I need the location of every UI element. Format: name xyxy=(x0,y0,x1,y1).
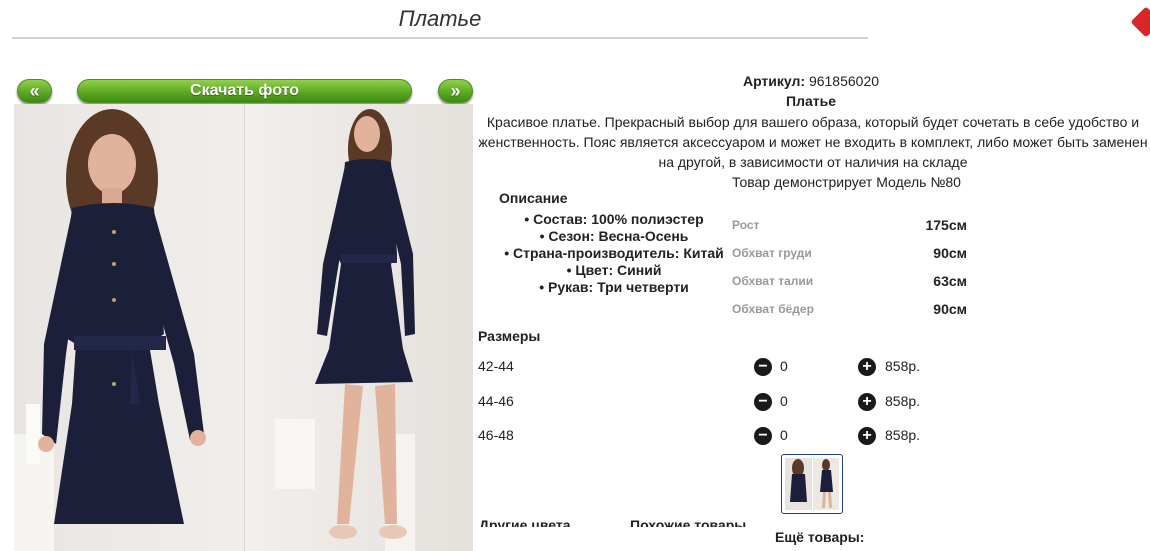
measurement-label: Обхват бёдер xyxy=(732,302,814,316)
property-item: • Состав: 100% полиэстер xyxy=(524,211,704,227)
size-price: 858р. xyxy=(885,358,921,374)
next-photo-button[interactable]: » xyxy=(438,79,473,103)
measurement-label: Рост xyxy=(732,218,760,232)
article-value: 961856020 xyxy=(808,73,880,89)
title-divider xyxy=(12,37,868,39)
sizes-heading: Размеры xyxy=(478,328,541,344)
size-row: 46-48 − 0 + 858р. xyxy=(478,427,938,447)
property-item: • Цвет: Синий xyxy=(566,262,662,278)
size-price: 858р. xyxy=(885,393,921,409)
size-label: 46-48 xyxy=(478,427,514,443)
size-row: 44-46 − 0 + 858р. xyxy=(478,393,938,413)
model-full-illustration xyxy=(275,109,415,551)
measurement-value: 90см xyxy=(933,245,967,261)
property-item: • Сезон: Весна-Осень xyxy=(539,228,689,244)
thumbnail-full xyxy=(813,458,839,510)
properties-list: • Состав: 100% полиэстер • Сезон: Весна-… xyxy=(496,211,732,296)
size-label: 42-44 xyxy=(478,358,514,374)
product-description: Красивое платье. Прекрасный выбор для ва… xyxy=(478,114,1148,170)
page-title: Платье xyxy=(398,6,482,31)
measurement-label: Обхват талии xyxy=(732,274,814,288)
plus-icon[interactable]: + xyxy=(858,393,876,411)
quantity-value: 0 xyxy=(780,393,788,409)
measurement-value: 90см xyxy=(933,301,967,317)
article-line: Артикул: 961856020 xyxy=(478,73,1144,89)
photo-full-view xyxy=(244,104,473,551)
size-label: 44-46 xyxy=(478,393,514,409)
thumbnail-front xyxy=(785,458,812,510)
other-colors-heading: Другие цвета xyxy=(479,518,571,527)
model-note: Товар демонстрирует Модель №80 xyxy=(732,174,961,190)
measurement-value: 63см xyxy=(933,273,967,289)
minus-icon[interactable]: − xyxy=(754,427,772,445)
product-photo[interactable] xyxy=(14,104,473,551)
prev-photo-button[interactable]: « xyxy=(17,79,52,103)
similar-products-heading: Похожие товары xyxy=(630,518,747,527)
download-photo-button[interactable]: Скачать фото xyxy=(77,79,412,103)
model-front-illustration xyxy=(14,109,206,551)
measurement-label: Обхват груди xyxy=(732,246,812,260)
measurement-value: 175см xyxy=(925,217,967,233)
property-item: • Страна-производитель: Китай xyxy=(504,245,724,261)
size-row: 42-44 − 0 + 858р. xyxy=(478,358,938,378)
quantity-value: 0 xyxy=(780,358,788,374)
minus-icon[interactable]: − xyxy=(754,358,772,376)
quantity-value: 0 xyxy=(780,427,788,443)
description-heading: Описание xyxy=(499,190,568,206)
article-label: Артикул: xyxy=(742,73,806,89)
property-item: • Рукав: Три четверти xyxy=(539,279,689,295)
photo-thumbnail[interactable] xyxy=(781,454,843,514)
product-name: Платье xyxy=(786,93,836,109)
plus-icon[interactable]: + xyxy=(858,427,876,445)
close-icon[interactable] xyxy=(1130,6,1150,38)
more-products-heading: Ещё товары: xyxy=(775,529,865,545)
photo-front-view xyxy=(14,104,244,551)
plus-icon[interactable]: + xyxy=(858,358,876,376)
minus-icon[interactable]: − xyxy=(754,393,772,411)
size-price: 858р. xyxy=(885,427,921,443)
